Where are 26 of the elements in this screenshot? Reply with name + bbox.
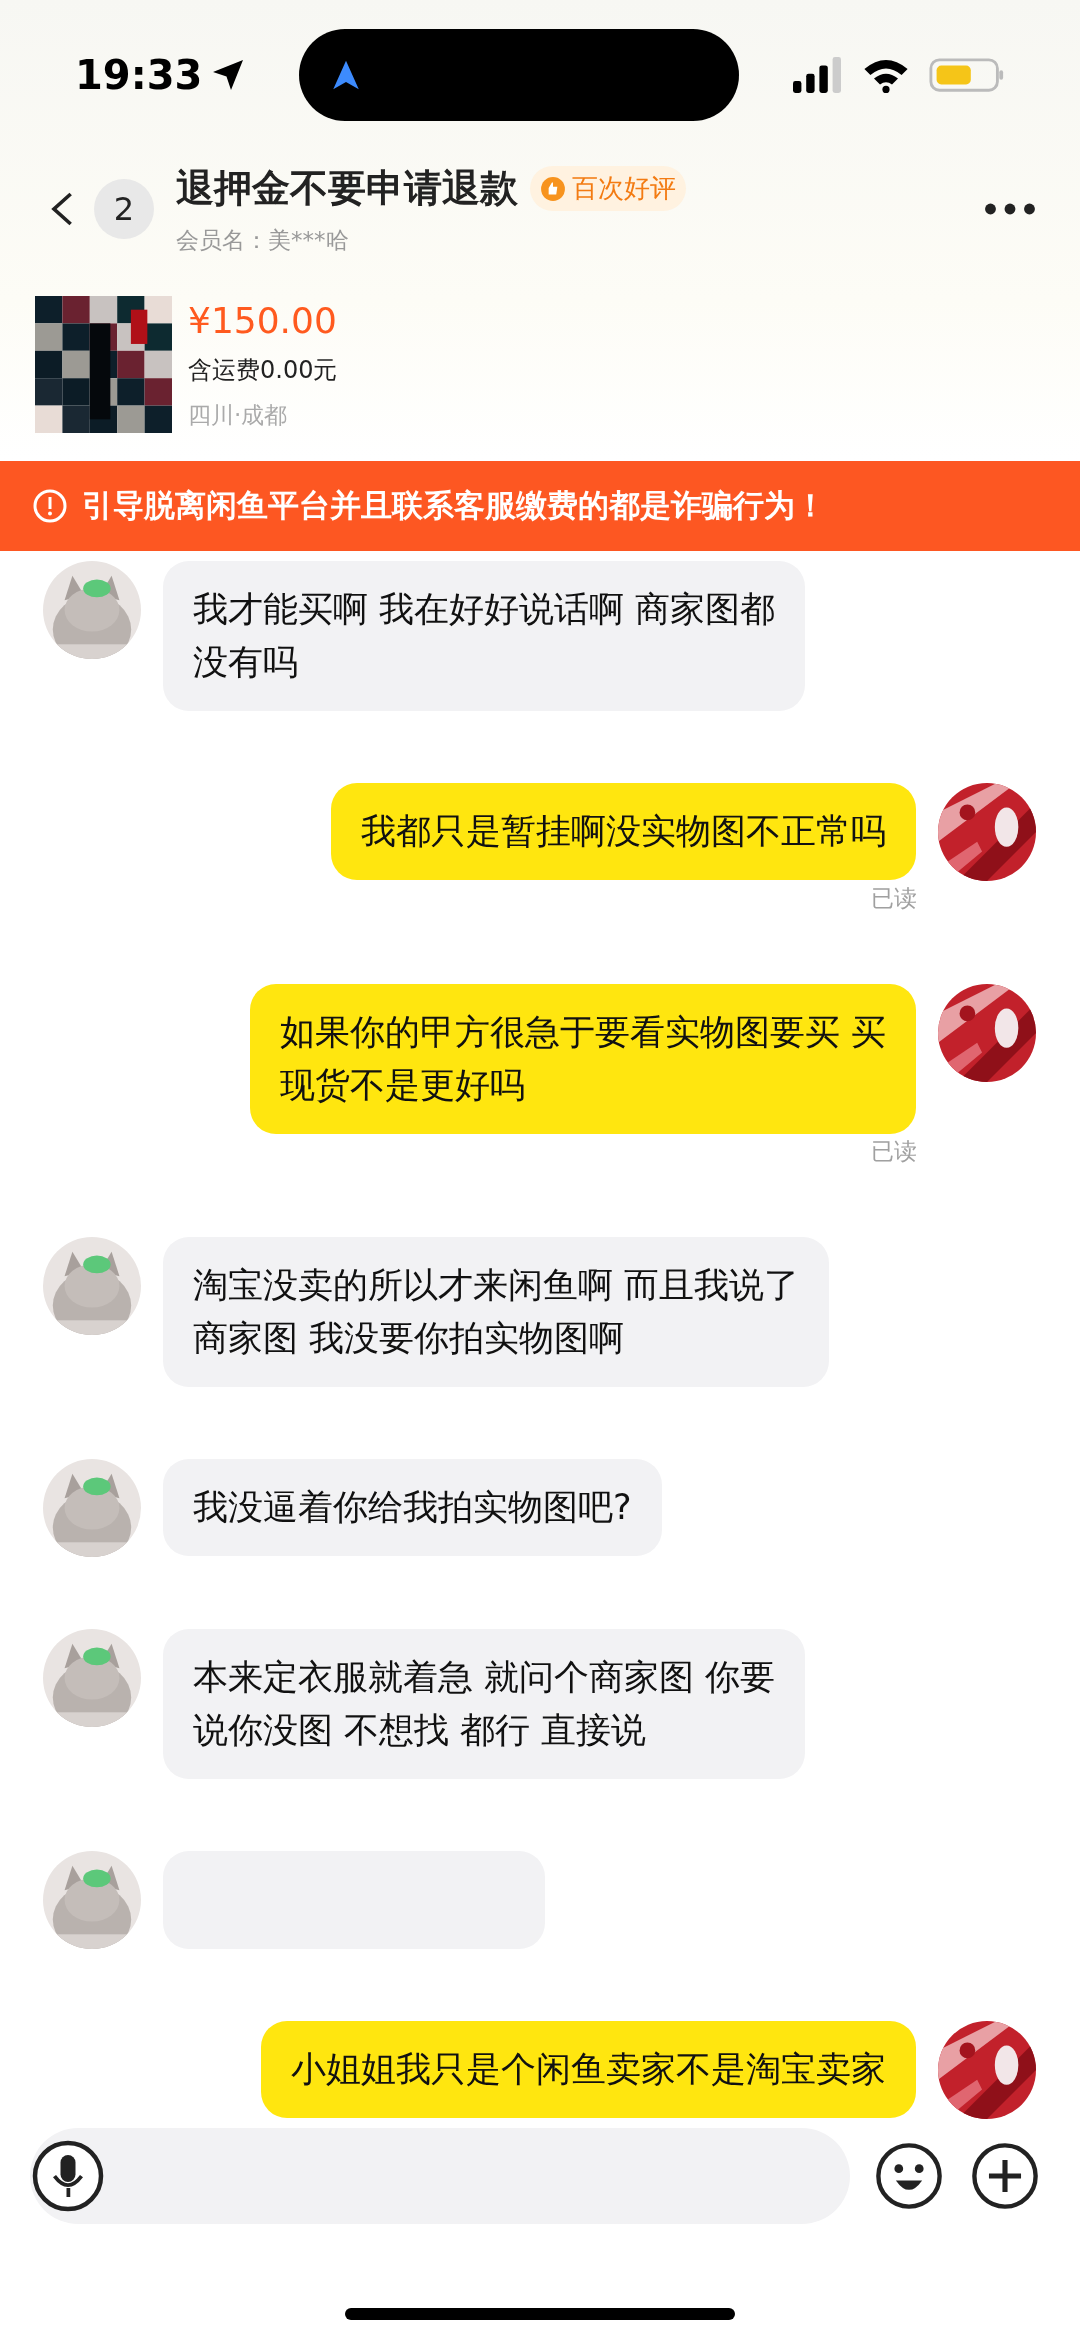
- more-icon[interactable]: [984, 201, 1036, 216]
- message-bubble: 如果你的甲方很急于要看实物图要买 买 现货不是更好吗: [249, 983, 916, 1134]
- read-status: 已读: [871, 1137, 917, 1165]
- microphone-icon[interactable]: [32, 2140, 104, 2212]
- shipping-fee: 含运费0.00元: [188, 354, 338, 386]
- message-bubble: 淘宝没卖的所以才来闲鱼啊 而且我说了 商家图 我没要你拍实物图啊: [163, 1236, 830, 1387]
- rating-badge: 百次好评: [530, 166, 686, 211]
- price: ¥150.00: [188, 298, 338, 343]
- read-status: 已读: [871, 884, 917, 912]
- signal-icon: [791, 57, 843, 93]
- alert-icon: [32, 487, 68, 524]
- unread-count: 2: [94, 178, 154, 239]
- clock: 19:33: [75, 51, 203, 100]
- message-bubble: 我都只是暂挂啊没实物图不正常吗: [331, 782, 916, 880]
- message-bubble: 本来定衣服就着急 就问个商家图 你要 说你没图 不想找 都行 直接说: [163, 1628, 806, 1779]
- plus-icon[interactable]: [970, 2141, 1040, 2211]
- location: 四川·成都: [188, 400, 289, 430]
- emoji-icon[interactable]: [874, 2141, 944, 2211]
- warning-text: 引导脱离闲鱼平台并且联系客服缴费的都是诈骗行为！: [82, 486, 826, 526]
- thumbs-up-icon: [540, 175, 566, 202]
- member-name: 会员名：美***哈: [176, 226, 350, 255]
- chat-title: 退押金不要申请退款: [176, 165, 518, 212]
- message-bubble: 我没逼着你给我拍实物图吧?: [163, 1458, 662, 1556]
- battery-icon: [929, 57, 1005, 93]
- message-bubble: 我才能买啊 我在好好说话啊 商家图都 没有吗: [163, 560, 806, 711]
- message-bubble: 小姐姐我只是个闲鱼卖家不是淘宝卖家: [261, 2020, 916, 2118]
